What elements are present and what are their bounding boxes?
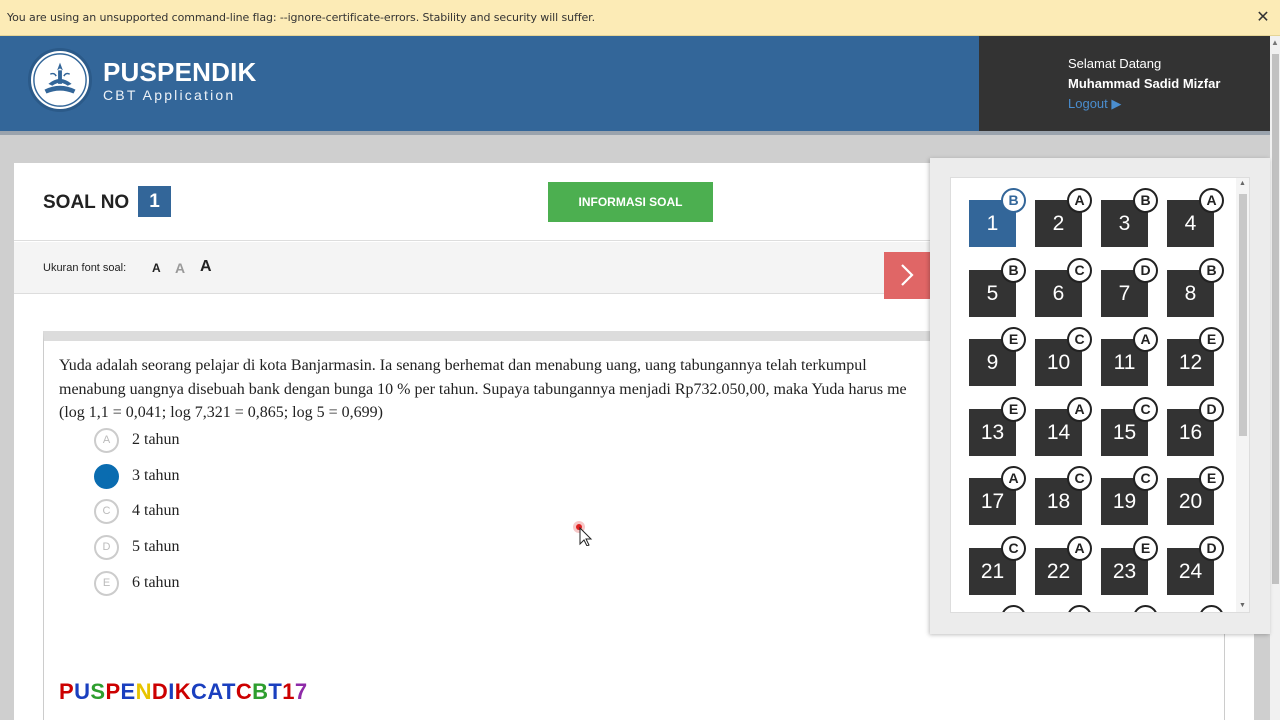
font-small-button[interactable]: A [152,261,161,275]
question-info-button[interactable]: INFORMASI SOAL [548,182,713,222]
watermark-letter: C [191,679,208,704]
warning-infobar: You are using an unsupported command-lin… [0,0,1280,36]
option-b-radio[interactable]: B [94,463,119,489]
question-number-label: SOAL NO [43,192,130,213]
header-divider [0,131,1270,135]
font-size-label: Ukuran font soal: [43,262,127,274]
infobar-message: You are using an unsupported command-lin… [7,11,595,24]
option-b[interactable]: B 3 tahun [94,463,180,489]
watermark-letter: E [120,679,136,704]
answer-badge: C [1133,466,1158,491]
watermark-letter: D [151,679,169,704]
answer-badge: E [1133,536,1158,561]
option-d-radio[interactable]: D [94,534,119,560]
answer-badge: C [1001,536,1026,561]
nav-scrollbar-thumb[interactable] [1239,194,1247,436]
answer-badge: D [1199,536,1224,561]
watermark-letter: B [252,679,269,704]
answer-badge: C [1133,397,1158,422]
answer-badge: C [1067,327,1092,352]
brand-title: PUSPENDIK [103,57,257,87]
answer-badge: A [1067,536,1092,561]
font-medium-button[interactable]: A [175,260,185,276]
app-header: PUSPENDIK CBT Application Selamat Datang… [0,36,1270,131]
answer-badge: B [1001,188,1026,213]
option-e-radio[interactable]: E [94,570,119,596]
greeting-text: Selamat Datang [1068,56,1162,71]
watermark-letter: U [74,679,91,704]
scroll-up-arrow-icon[interactable]: ▲ [1239,180,1246,187]
watermark-letter: S [90,679,106,704]
watermark-letter: P [59,679,75,704]
logout-link[interactable]: Logout ▶ [1068,96,1121,112]
answer-badge [1067,605,1092,612]
option-c[interactable]: C 4 tahun [94,498,180,524]
answer-badge [1199,605,1224,612]
close-icon[interactable]: ✕ [1254,8,1272,26]
question-number-badge: 1 [138,186,171,217]
answer-badge: E [1199,327,1224,352]
option-c-radio[interactable]: C [94,498,119,524]
chevron-right-icon [901,264,914,286]
next-question-button[interactable] [884,252,932,299]
answer-badge: D [1199,397,1224,422]
user-panel: Selamat Datang Muhammad Sadid Mizfar Log… [979,36,1270,131]
brand: PUSPENDIK CBT Application [103,57,257,103]
watermark-letter: 7 [294,679,308,704]
answer-badge: A [1067,397,1092,422]
scroll-up-arrow-icon[interactable]: ▲ [1271,38,1279,47]
answer-badge: A [1067,188,1092,213]
answer-badge: E [1001,397,1026,422]
answer-badge: B [1133,188,1158,213]
watermark-text: PUSPENDIKCATCBT17 [59,679,308,705]
question-navigation-panel: ▲ ▼ 1 B 2 A 3 B 4 A 5 B 6 C 7 D 8 B 9 E 10 C 11 A 12 E 13 E 14 A 15 C… [930,158,1270,634]
mouse-cursor-icon [573,520,593,551]
watermark-letter: T [268,679,283,704]
option-a-text: 2 tahun [132,431,180,448]
page-scrollbar[interactable]: ▲ [1270,36,1280,720]
option-d[interactable]: D 5 tahun [94,534,180,560]
option-e[interactable]: E 6 tahun [94,570,180,596]
tut-wuri-handayani-logo-icon [28,48,92,112]
page-scrollbar-thumb[interactable] [1272,54,1279,584]
watermark-letter: A [207,679,222,704]
watermark-letter: 1 [282,679,295,704]
scroll-down-arrow-icon[interactable]: ▼ [1239,602,1246,609]
font-large-button[interactable]: A [200,258,212,276]
nav-scrollbar[interactable]: ▲ ▼ [1236,178,1249,612]
answer-badge: E [1199,466,1224,491]
option-a-radio[interactable]: A [94,427,119,453]
option-c-text: 4 tahun [132,502,180,519]
watermark-letter: T [221,679,236,704]
user-name: Muhammad Sadid Mizfar [1068,76,1221,91]
watermark-letter: K [174,679,192,704]
answer-badge: C [1067,258,1092,283]
answer-badge [1001,605,1026,612]
answer-badge: A [1001,466,1026,491]
answer-badge: E [1001,327,1026,352]
option-d-text: 5 tahun [132,538,180,555]
question-grid: ▲ ▼ 1 B 2 A 3 B 4 A 5 B 6 C 7 D 8 B 9 E 10 C 11 A 12 E 13 E 14 A 15 C… [950,177,1250,613]
answer-badge: B [1001,258,1026,283]
answer-badge: C [1067,466,1092,491]
answer-badge: A [1199,188,1224,213]
option-e-text: 6 tahun [132,574,180,591]
option-a[interactable]: A 2 tahun [94,427,180,453]
answer-badge: B [1199,258,1224,283]
answer-badge: A [1133,327,1158,352]
watermark-letter: N [135,679,152,704]
answer-badge: D [1133,258,1158,283]
answer-badge [1133,605,1158,612]
brand-subtitle: CBT Application [103,87,236,103]
option-b-text: 3 tahun [132,467,180,484]
watermark-letter: C [235,679,253,704]
watermark-letter: P [105,679,121,704]
